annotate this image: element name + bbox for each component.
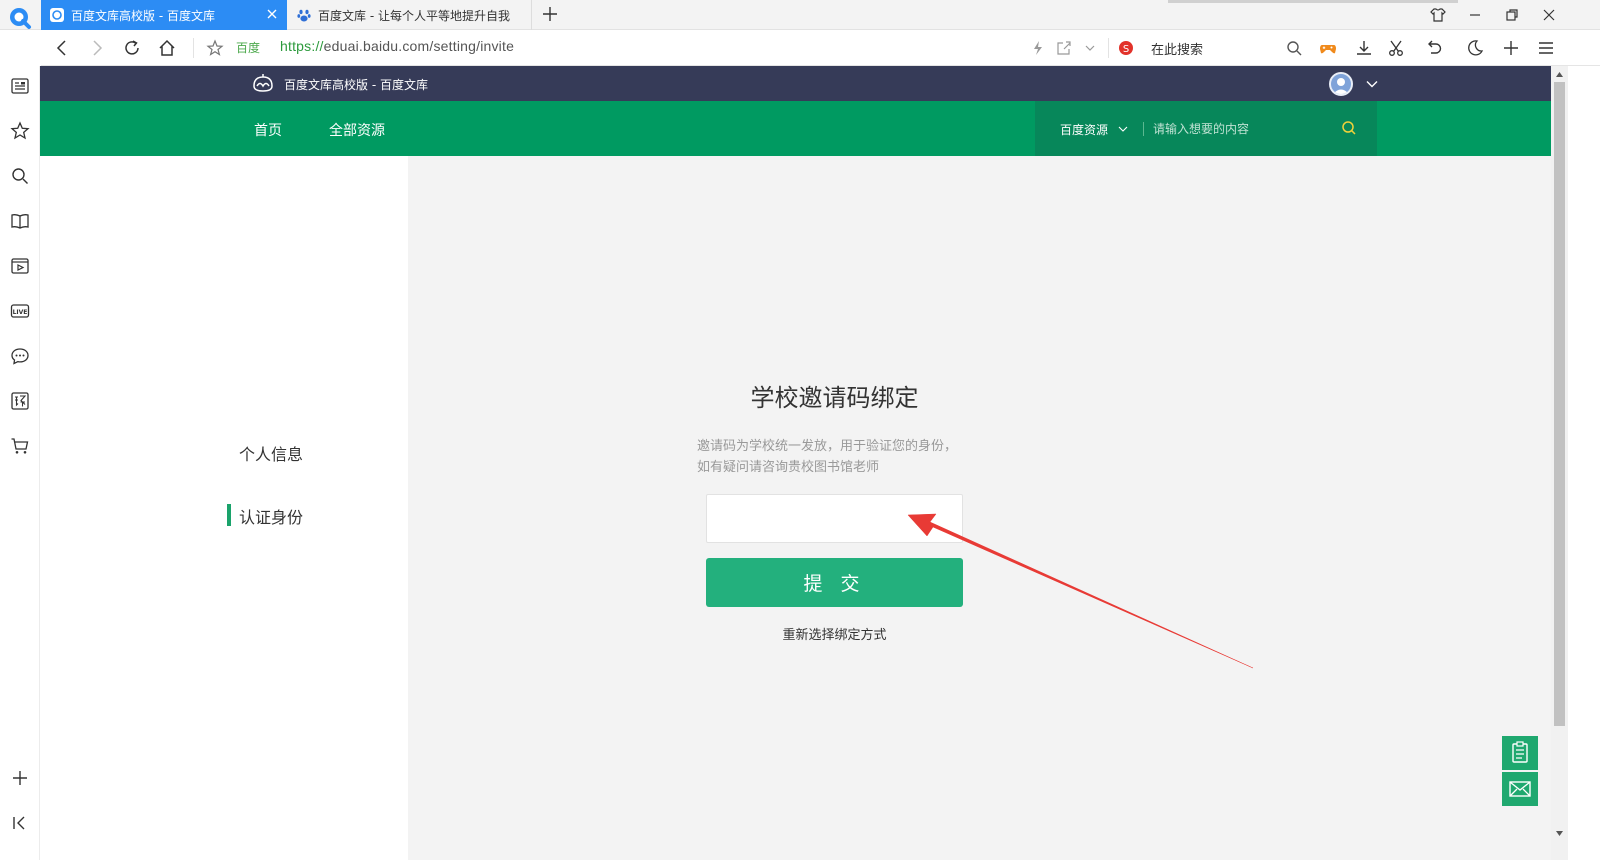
favorites-star-icon[interactable] bbox=[10, 121, 30, 141]
tab-baidu-wenku[interactable]: 百度文库 - 让每个人平等地提升自我 bbox=[288, 0, 532, 30]
baidu-paw-icon bbox=[297, 9, 311, 22]
user-avatar[interactable] bbox=[1329, 72, 1353, 96]
annotation-arrow bbox=[907, 513, 1254, 669]
active-indicator bbox=[227, 504, 231, 526]
minimize-icon[interactable] bbox=[1467, 7, 1483, 23]
scroll-up-icon[interactable] bbox=[1555, 70, 1564, 79]
dropdown-shadow bbox=[1168, 0, 1458, 3]
cart-icon[interactable] bbox=[10, 436, 30, 456]
url-path: eduai.baidu.com/setting/invite bbox=[323, 38, 515, 54]
instruction-text: 邀请码为学校统一发放，用于验证您的身份， 如有疑问请咨询贵校图书馆老师 bbox=[697, 436, 987, 478]
svg-text:S: S bbox=[1123, 44, 1129, 55]
search-icon[interactable] bbox=[10, 166, 30, 186]
toolbar-divider bbox=[193, 38, 194, 58]
home-icon[interactable] bbox=[158, 39, 176, 57]
browser-sidebar: LIVE bbox=[0, 66, 40, 860]
translate-icon[interactable] bbox=[10, 391, 30, 411]
site-search-bar: 百度资源 bbox=[1035, 101, 1377, 156]
url-field[interactable]: https://eduai.baidu.com/setting/invite bbox=[280, 38, 514, 54]
forward-icon[interactable] bbox=[88, 39, 106, 57]
search-icon[interactable] bbox=[1341, 120, 1357, 136]
tab-title: 百度文库 - 让每个人平等地提升自我 bbox=[318, 8, 510, 23]
menu-icon[interactable] bbox=[1537, 39, 1555, 57]
feedback-button[interactable] bbox=[1502, 736, 1538, 770]
share-icon[interactable] bbox=[1055, 39, 1073, 57]
clipboard-icon bbox=[1512, 741, 1528, 763]
message-button[interactable] bbox=[1502, 772, 1538, 806]
add-sidebar-app-icon[interactable] bbox=[10, 768, 30, 788]
mail-icon bbox=[1509, 781, 1531, 797]
back-icon[interactable] bbox=[53, 39, 71, 57]
undo-close-icon[interactable] bbox=[1425, 39, 1443, 57]
collapse-sidebar-icon[interactable] bbox=[10, 813, 30, 833]
nav-all-resources[interactable]: 全部资源 bbox=[329, 120, 385, 140]
chat-icon[interactable] bbox=[10, 346, 30, 366]
news-icon[interactable] bbox=[10, 76, 30, 96]
menu-item-verify-identity[interactable]: 认证身份 bbox=[239, 504, 303, 528]
toolbar-divider bbox=[1108, 38, 1109, 58]
sogou-search-engine-icon[interactable]: S bbox=[1118, 39, 1136, 57]
url-scheme: https:// bbox=[280, 38, 324, 54]
video-icon[interactable] bbox=[10, 256, 30, 276]
nav-home[interactable]: 首页 bbox=[254, 120, 282, 140]
download-icon[interactable] bbox=[1355, 39, 1373, 57]
page-title: 学校邀请码绑定 bbox=[750, 384, 919, 412]
site-top-bar: 百度文库高校版 - 百度文库 bbox=[40, 66, 1551, 101]
browser-logo-icon[interactable] bbox=[8, 6, 32, 30]
instruction-line-2: 如有疑问请咨询贵校图书馆老师 bbox=[697, 460, 880, 475]
tab-title: 百度文库高校版 - 百度文库 bbox=[71, 8, 215, 23]
wenku-logo-icon[interactable] bbox=[251, 73, 275, 93]
lightning-icon[interactable] bbox=[1029, 39, 1047, 57]
tab-baidu-wenku-edu[interactable]: 百度文库高校版 - 百度文库 bbox=[41, 0, 287, 30]
browser-tab-bar: 百度文库高校版 - 百度文库 百度文库 - 让每个人平等地提升自我 bbox=[0, 0, 1600, 30]
chevron-down-icon[interactable] bbox=[1365, 77, 1379, 91]
browser-search-label[interactable]: 在此搜索 bbox=[1151, 39, 1203, 58]
scroll-thumb[interactable] bbox=[1554, 82, 1565, 726]
night-mode-icon[interactable] bbox=[1466, 39, 1484, 57]
menu-item-personal-info[interactable]: 个人信息 bbox=[239, 441, 303, 465]
book-icon[interactable] bbox=[10, 211, 30, 231]
site-search-input[interactable] bbox=[1153, 118, 1323, 140]
bookmark-star-icon[interactable] bbox=[206, 39, 224, 57]
live-icon[interactable]: LIVE bbox=[10, 301, 30, 321]
chevron-down-icon[interactable] bbox=[1117, 123, 1129, 135]
instruction-line-1: 邀请码为学校统一发放，用于验证您的身份， bbox=[697, 439, 958, 454]
page-scrollbar[interactable] bbox=[1551, 66, 1568, 860]
scissors-icon[interactable] bbox=[1388, 39, 1406, 57]
search-divider bbox=[1143, 122, 1144, 136]
site-title[interactable]: 百度文库高校版 - 百度文库 bbox=[284, 76, 428, 93]
close-window-icon[interactable] bbox=[1541, 7, 1557, 23]
restore-icon[interactable] bbox=[1504, 7, 1520, 23]
favicon-icon bbox=[50, 8, 64, 22]
refresh-icon[interactable] bbox=[123, 39, 141, 57]
svg-text:LIVE: LIVE bbox=[13, 309, 28, 316]
gamepad-icon[interactable] bbox=[1319, 39, 1337, 57]
new-tab-icon[interactable] bbox=[542, 6, 558, 22]
chevron-down-icon[interactable] bbox=[1081, 39, 1099, 57]
scroll-down-icon[interactable] bbox=[1555, 829, 1564, 838]
site-label: 百度 bbox=[236, 41, 261, 55]
add-icon[interactable] bbox=[1502, 39, 1520, 57]
site-nav-bar: 首页 全部资源 百度资源 bbox=[40, 101, 1551, 156]
browser-toolbar: 百度 https://eduai.baidu.com/setting/invit… bbox=[41, 30, 1600, 66]
search-icon[interactable] bbox=[1285, 39, 1303, 57]
user-icon bbox=[1333, 78, 1349, 94]
settings-side-menu: 个人信息 认证身份 bbox=[40, 156, 408, 860]
skin-icon[interactable] bbox=[1430, 7, 1446, 23]
close-tab-icon[interactable] bbox=[265, 7, 279, 21]
search-scope-select[interactable]: 百度资源 bbox=[1060, 121, 1108, 138]
